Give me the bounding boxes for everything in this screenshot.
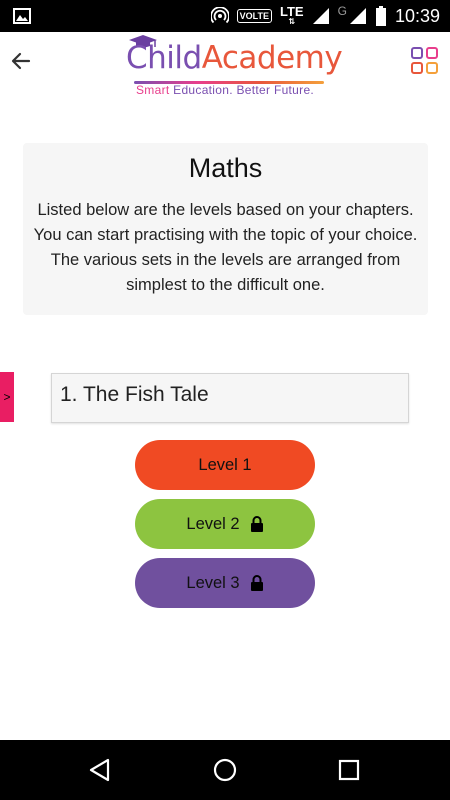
status-bar: VOLTE LTE ⇅ G 10:39 [0,0,450,32]
subject-info-card: Maths Listed below are the levels based … [23,143,428,315]
nav-recents-icon[interactable] [334,755,364,785]
app-bar: ChildAcademy Smart Education. Better Fut… [0,32,450,97]
arrow-left-icon [11,52,31,70]
grid-icon [411,47,438,74]
lock-icon [250,516,263,532]
lte-indicator: LTE ⇅ [280,5,304,26]
level-1-button[interactable]: Level 1 [135,440,315,490]
back-button[interactable] [4,44,38,78]
lock-icon [250,575,263,591]
clock: 10:39 [394,5,440,26]
level-2-label: Level 2 [186,514,240,533]
level-3-button[interactable]: Level 3 [135,558,315,608]
image-notification-icon [13,8,31,24]
childacademy-logo: ChildAcademy Smart Education. Better Fut… [126,34,343,97]
side-tab-label: > [3,390,11,404]
status-icons: VOLTE LTE ⇅ G 10:39 [210,0,440,32]
side-drawer-tab[interactable]: > [0,372,14,422]
nav-home-icon[interactable] [210,755,240,785]
tagline-rest: Education. Better Future. [169,83,315,97]
subject-title: Maths [188,153,263,183]
subject-description: Listed below are the levels based on you… [33,201,418,294]
logo-part-academy: Academy [201,40,343,76]
chapter-header[interactable]: 1. The Fish Tale [51,373,409,423]
tagline-smart: Smart [136,83,170,97]
battery-icon [375,6,386,26]
screen: VOLTE LTE ⇅ G 10:39 ChildAcademy Smart E… [0,0,450,800]
hotspot-icon [210,7,229,24]
data-arrows-icon: ⇅ [288,17,296,26]
grid-menu-button[interactable] [410,46,440,76]
signal-2-icon [349,8,366,24]
level-2-button[interactable]: Level 2 [135,499,315,549]
system-nav-bar [0,740,450,800]
signal-icon [312,8,329,24]
volte-badge: VOLTE [236,9,273,23]
chapter-title: 1. The Fish Tale [60,383,209,406]
g-network-label: G [337,4,347,18]
level-1-label: Level 1 [198,455,252,474]
nav-back-icon[interactable] [86,755,116,785]
logo-title: ChildAcademy [126,40,343,76]
logo-part-child: Child [126,40,202,76]
level-3-label: Level 3 [186,573,240,592]
logo-tagline: Smart Education. Better Future. [136,83,314,97]
